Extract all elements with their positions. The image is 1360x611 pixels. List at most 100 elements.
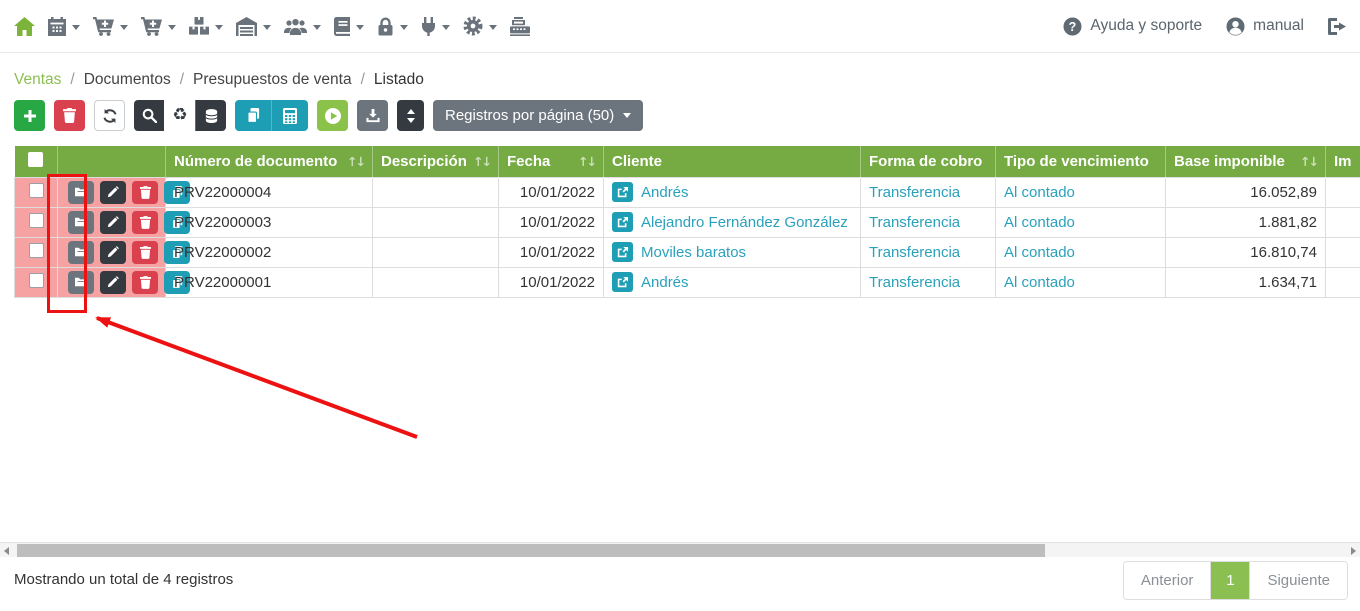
select-all-checkbox[interactable]: [28, 151, 44, 167]
copy-button[interactable]: [235, 100, 271, 131]
open-client-button[interactable]: [612, 212, 633, 232]
header-forma[interactable]: Forma de cobro: [860, 146, 996, 177]
date-cell: 10/01/2022: [498, 176, 604, 208]
header-base[interactable]: Base imponible ↑↓: [1165, 146, 1326, 177]
edit-button[interactable]: [100, 240, 126, 264]
recycle-toggle-button[interactable]: ♻: [164, 100, 195, 131]
sort-arrows-icon[interactable]: ↑↓: [1300, 154, 1319, 169]
calculator-button[interactable]: [271, 100, 308, 131]
menu-connections[interactable]: [421, 0, 450, 53]
trash-icon: [139, 275, 151, 289]
scroll-right-arrow-icon[interactable]: [1351, 547, 1356, 555]
header-descripcion[interactable]: Descripción ↑↓: [372, 146, 499, 177]
delete-button[interactable]: [132, 180, 158, 204]
delete-selected-button[interactable]: [54, 100, 85, 131]
menu-contacts[interactable]: [284, 0, 321, 53]
pagination-previous-button[interactable]: Anterior: [1123, 562, 1211, 599]
menu-warehouse[interactable]: [236, 0, 271, 53]
open-folder-icon: [75, 247, 87, 257]
column-sort-button[interactable]: [397, 100, 424, 131]
edit-button[interactable]: [100, 270, 126, 294]
menu-purchases[interactable]: [141, 0, 176, 53]
date-cell: 10/01/2022: [498, 206, 604, 238]
home-button[interactable]: [14, 0, 35, 53]
client-link[interactable]: Moviles baratos: [641, 244, 746, 261]
menu-settings[interactable]: [463, 0, 497, 53]
user-menu[interactable]: manual: [1226, 17, 1304, 36]
delete-button[interactable]: [132, 240, 158, 264]
sales-cart-icon: [93, 16, 114, 36]
menu-security[interactable]: [377, 0, 408, 53]
header-numero[interactable]: Número de documento ↑↓: [165, 146, 373, 177]
search-toggle-button[interactable]: [134, 100, 164, 131]
open-client-button[interactable]: [612, 242, 633, 262]
menu-pos[interactable]: [510, 0, 530, 53]
svg-text:?: ?: [1069, 20, 1077, 34]
horizontal-scrollbar[interactable]: [0, 542, 1360, 557]
breadcrumb-ventas[interactable]: Ventas: [14, 71, 61, 89]
scroll-left-arrow-icon[interactable]: [4, 547, 9, 555]
help-link[interactable]: ? Ayuda y soporte: [1063, 17, 1202, 36]
delete-button[interactable]: [132, 270, 158, 294]
document-number-cell: PRV22000003: [165, 206, 373, 238]
top-navbar: ? Ayuda y soporte manual: [0, 0, 1360, 53]
due-type-link[interactable]: Al contado: [1004, 184, 1075, 201]
breadcrumb-documentos[interactable]: Documentos: [84, 71, 171, 89]
tools-group: [235, 100, 308, 131]
scrollbar-thumb[interactable]: [17, 544, 1045, 557]
payment-method-link[interactable]: Transferencia: [869, 244, 960, 261]
menu-stock[interactable]: [189, 0, 223, 53]
warehouse-icon: [236, 16, 257, 36]
pagination-next-button[interactable]: Siguiente: [1249, 562, 1347, 599]
due-type-link[interactable]: Al contado: [1004, 274, 1075, 291]
logout-button[interactable]: [1328, 17, 1346, 35]
amount-cell: [1325, 176, 1360, 208]
ledger-book-icon: [334, 16, 350, 36]
refresh-button[interactable]: [94, 100, 125, 131]
pagination-page-1-button[interactable]: 1: [1210, 562, 1250, 599]
menu-sales[interactable]: [93, 0, 128, 53]
download-button[interactable]: [357, 100, 388, 131]
open-client-button[interactable]: [612, 182, 633, 202]
edit-button[interactable]: [100, 180, 126, 204]
menu-calendar[interactable]: [48, 0, 80, 53]
client-link[interactable]: Andrés: [641, 274, 689, 291]
due-type-link[interactable]: Al contado: [1004, 214, 1075, 231]
sort-arrows-icon[interactable]: ↑↓: [473, 154, 492, 169]
open-document-button[interactable]: [68, 180, 94, 204]
due-type-link[interactable]: Al contado: [1004, 244, 1075, 261]
row-checkbox[interactable]: [28, 242, 44, 258]
header-cliente[interactable]: Cliente: [603, 146, 861, 177]
payment-method-link[interactable]: Transferencia: [869, 214, 960, 231]
database-toggle-button[interactable]: [195, 100, 226, 131]
payment-method-link[interactable]: Transferencia: [869, 274, 960, 291]
add-button[interactable]: [14, 100, 45, 131]
chevron-down-icon: [489, 24, 497, 30]
header-tipo[interactable]: Tipo de vencimiento: [995, 146, 1166, 177]
run-button[interactable]: [317, 100, 348, 131]
header-fecha[interactable]: Fecha ↑↓: [498, 146, 604, 177]
open-document-button[interactable]: [68, 240, 94, 264]
row-checkbox[interactable]: [28, 182, 44, 198]
chevron-down-icon: [400, 24, 408, 30]
records-per-page-dropdown[interactable]: Registros por página (50): [433, 100, 644, 131]
open-document-button[interactable]: [68, 270, 94, 294]
client-link[interactable]: Andrés: [641, 184, 689, 201]
sort-arrows-icon[interactable]: ↑↓: [347, 154, 366, 169]
edit-button[interactable]: [100, 210, 126, 234]
header-importe-cut[interactable]: Im: [1325, 146, 1360, 177]
delete-button[interactable]: [132, 210, 158, 234]
payment-method-link[interactable]: Transferencia: [869, 184, 960, 201]
row-checkbox[interactable]: [28, 272, 44, 288]
open-document-button[interactable]: [68, 210, 94, 234]
open-client-button[interactable]: [612, 272, 633, 292]
client-link[interactable]: Alejandro Fernández González: [641, 214, 848, 231]
menu-accounting[interactable]: [334, 0, 364, 53]
breadcrumb-presupuestos[interactable]: Presupuestos de venta: [193, 71, 352, 89]
breadcrumb-listado: Listado: [373, 71, 424, 88]
download-icon: [365, 108, 380, 123]
breadcrumb: Ventas / Documentos / Presupuestos de ve…: [14, 71, 424, 89]
documents-table: Número de documento ↑↓ Descripción ↑↓ Fech…: [14, 146, 1360, 298]
row-checkbox[interactable]: [28, 212, 44, 228]
sort-arrows-icon[interactable]: ↑↓: [578, 154, 597, 169]
